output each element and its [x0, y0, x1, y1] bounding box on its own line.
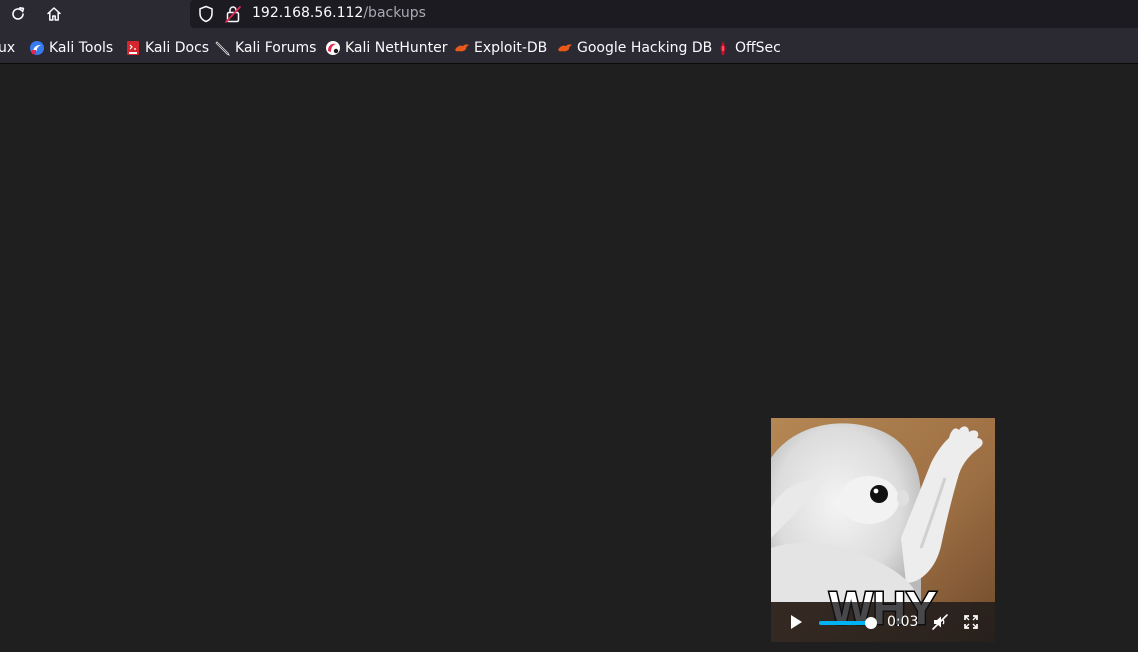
video-controls: 0:03	[771, 602, 995, 642]
kali-docs-icon	[125, 40, 141, 56]
home-icon	[47, 7, 61, 21]
tracking-protection-shield-icon[interactable]	[198, 5, 214, 23]
bookmark-label: OffSec	[735, 40, 781, 56]
insecure-lock-icon[interactable]	[225, 5, 241, 23]
bookmark-label: Exploit-DB	[474, 40, 548, 56]
bookmark-label: ux	[0, 40, 16, 56]
kali-tools-icon	[29, 40, 45, 56]
video-scrubber[interactable]	[819, 617, 877, 629]
kali-forums-icon	[215, 40, 231, 56]
address-bar[interactable]: 192.168.56.112/backups	[190, 0, 1138, 28]
video-time: 0:03	[887, 614, 919, 630]
bookmark-kali-nethunter[interactable]: Kali NetHunter	[325, 39, 447, 57]
bookmark-label: Kali NetHunter	[345, 40, 448, 56]
bookmark-kali-forums[interactable]: Kali Forums	[215, 39, 316, 57]
bookmark-label: Kali Docs	[145, 40, 210, 56]
url-path: /backups	[363, 5, 426, 21]
play-icon	[791, 615, 802, 629]
bookmark-label: Google Hacking DB	[577, 40, 713, 56]
offsec-icon	[715, 40, 731, 56]
fullscreen-button[interactable]	[962, 613, 980, 631]
bookmark-offsec[interactable]: OffSec	[715, 39, 781, 57]
play-button[interactable]	[787, 613, 805, 631]
url-host: 192.168.56.112	[252, 5, 364, 21]
scrubber-progress	[819, 621, 871, 625]
navigation-bar: 192.168.56.112/backups	[0, 0, 1138, 29]
bookmark-kali-tools[interactable]: Kali Tools	[29, 39, 113, 57]
kali-nethunter-icon	[325, 40, 341, 56]
reload-button[interactable]	[5, 2, 31, 26]
video-player[interactable]: WHY 0:03	[771, 418, 995, 642]
bookmark-kali-docs[interactable]: Kali Docs	[125, 39, 209, 57]
mute-button[interactable]	[931, 613, 949, 631]
bookmarks-toolbar: ux Kali Tools Kali Docs Kali Forums Kali…	[0, 29, 1138, 64]
bookmark-kali-linux[interactable]: ux	[0, 39, 15, 57]
scrubber-thumb[interactable]	[864, 617, 877, 629]
home-button[interactable]	[41, 2, 67, 26]
bookmark-label: Kali Tools	[49, 40, 114, 56]
muted-speaker-icon	[932, 614, 948, 630]
url-text[interactable]: 192.168.56.112/backups	[252, 5, 426, 22]
reload-icon	[12, 7, 25, 20]
bookmark-label: Kali Forums	[235, 40, 317, 56]
fullscreen-icon	[964, 615, 978, 629]
google-hacking-db-icon	[557, 40, 573, 56]
bookmark-google-hacking-db[interactable]: Google Hacking DB	[557, 39, 712, 57]
browser-window: 192.168.56.112/backups ux Kali Tools Kal…	[0, 0, 1138, 652]
exploit-db-icon	[454, 40, 470, 56]
bookmark-exploit-db[interactable]: Exploit-DB	[454, 39, 547, 57]
